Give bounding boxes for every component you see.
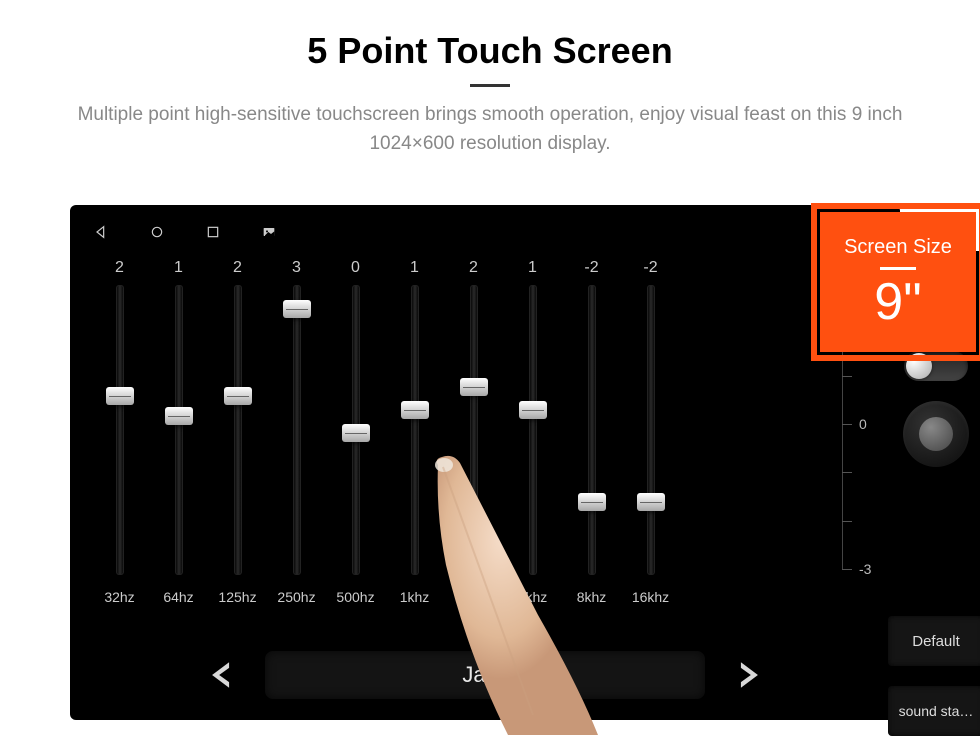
eq-freq-label: 500hz — [336, 589, 374, 605]
eq-slider-track[interactable] — [352, 285, 360, 575]
eq-slider-thumb[interactable] — [342, 424, 370, 442]
eq-band-4khz: 1 4khz — [503, 259, 562, 631]
eq-value: 2 — [233, 259, 242, 279]
eq-slider-thumb[interactable] — [106, 387, 134, 405]
eq-slider-thumb[interactable] — [224, 387, 252, 405]
eq-value: 1 — [528, 259, 537, 279]
eq-slider-thumb[interactable] — [165, 407, 193, 425]
eq-value: 0 — [351, 259, 360, 279]
device-frame: 2 32hz 1 64hz 2 125hz 3 250hz 0 500hz 1 1khz 2 2khz 1 4… — [70, 205, 900, 720]
badge-title: Screen Size — [844, 236, 952, 259]
recents-icon[interactable] — [204, 223, 222, 241]
eq-value: 1 — [410, 259, 419, 279]
eq-freq-label: 1khz — [400, 589, 430, 605]
eq-band-250hz: 3 250hz — [267, 259, 326, 631]
eq-freq-label: 250hz — [277, 589, 315, 605]
preset-prev-button[interactable] — [199, 655, 245, 695]
screen-size-badge: Screen Size 9" — [820, 212, 976, 352]
eq-freq-label: 8khz — [577, 589, 607, 605]
back-icon[interactable] — [92, 223, 110, 241]
equalizer-area: 2 32hz 1 64hz 2 125hz 3 250hz 0 500hz 1 1khz 2 2khz 1 4… — [86, 251, 884, 631]
eq-slider-track[interactable] — [647, 285, 655, 575]
eq-slider-track[interactable] — [234, 285, 242, 575]
eq-slider-track[interactable] — [588, 285, 596, 575]
eq-slider-track[interactable] — [411, 285, 419, 575]
eq-band-1khz: 1 1khz — [385, 259, 444, 631]
badge-value: 9" — [874, 276, 921, 328]
eq-slider-thumb[interactable] — [519, 401, 547, 419]
badge-divider — [880, 267, 916, 270]
eq-freq-label: 32hz — [104, 589, 134, 605]
android-navbar — [86, 219, 884, 251]
eq-freq-label: 4khz — [518, 589, 548, 605]
home-icon[interactable] — [148, 223, 166, 241]
gallery-icon[interactable] — [260, 223, 278, 241]
eq-value: 3 — [292, 259, 301, 279]
eq-slider-thumb[interactable] — [401, 401, 429, 419]
scale-min: -3 — [859, 561, 871, 577]
eq-value: -2 — [584, 259, 598, 279]
scale-mid: 0 — [859, 416, 867, 432]
title-divider — [470, 84, 510, 87]
eq-band-64hz: 1 64hz — [149, 259, 208, 631]
page-title: 5 Point Touch Screen — [40, 30, 940, 72]
eq-slider-track[interactable] — [116, 285, 124, 575]
round-button[interactable] — [903, 401, 969, 467]
eq-slider-thumb[interactable] — [637, 493, 665, 511]
preset-next-button[interactable] — [725, 655, 771, 695]
eq-toggle[interactable] — [904, 351, 968, 381]
eq-slider-track[interactable] — [175, 285, 183, 575]
eq-freq-label: 16khz — [632, 589, 669, 605]
eq-freq-label: 64hz — [163, 589, 193, 605]
toggle-knob — [906, 353, 932, 379]
default-button[interactable]: Default — [888, 616, 980, 666]
eq-freq-label: 2khz — [459, 589, 489, 605]
preset-name[interactable]: Jazz — [265, 651, 705, 699]
eq-slider-track[interactable] — [470, 285, 478, 575]
eq-band-16khz: -2 16khz — [621, 259, 680, 631]
eq-value: -2 — [643, 259, 657, 279]
eq-band-32hz: 2 32hz — [90, 259, 149, 631]
eq-slider-thumb[interactable] — [283, 300, 311, 318]
preset-bar: Jazz — [86, 651, 884, 699]
eq-value: 1 — [174, 259, 183, 279]
eq-sliders: 2 32hz 1 64hz 2 125hz 3 250hz 0 500hz 1 1khz 2 2khz 1 4… — [86, 251, 834, 631]
sound-stage-button[interactable]: sound sta… — [888, 686, 980, 736]
page-subtitle: Multiple point high-sensitive touchscree… — [40, 101, 940, 158]
eq-band-125hz: 2 125hz — [208, 259, 267, 631]
eq-slider-thumb[interactable] — [460, 378, 488, 396]
eq-value: 2 — [469, 259, 478, 279]
round-button-inner — [919, 417, 953, 451]
eq-slider-track[interactable] — [529, 285, 537, 575]
eq-freq-label: 125hz — [218, 589, 256, 605]
eq-band-8khz: -2 8khz — [562, 259, 621, 631]
eq-slider-track[interactable] — [293, 285, 301, 575]
eq-band-500hz: 0 500hz — [326, 259, 385, 631]
eq-slider-thumb[interactable] — [578, 493, 606, 511]
eq-value: 2 — [115, 259, 124, 279]
eq-band-2khz: 2 2khz — [444, 259, 503, 631]
